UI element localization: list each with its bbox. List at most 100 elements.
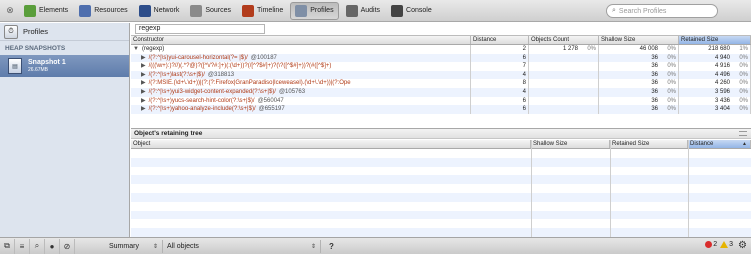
tab-console[interactable]: Console xyxy=(387,2,436,20)
shallow-value: 36 xyxy=(651,63,658,70)
objects-filter-label: All objects xyxy=(167,242,199,250)
inspect-icon[interactable]: ⌕ xyxy=(30,238,45,254)
error-icon xyxy=(705,241,713,248)
network-icon xyxy=(138,4,151,17)
column-header-retained-size[interactable]: Retained Size xyxy=(679,36,751,44)
collapsed-triangle-icon[interactable]: ▶ xyxy=(141,63,146,69)
select-arrows-icon: ⇕ xyxy=(310,243,316,250)
tab-network[interactable]: Network xyxy=(135,2,184,20)
shallow-cell: 36 0% xyxy=(599,62,679,71)
sidebar-item-profiles[interactable]: ⏱ Profiles xyxy=(0,23,129,41)
tab-sources[interactable]: Sources xyxy=(186,2,235,20)
close-icon[interactable]: ⊗ xyxy=(3,4,17,18)
collapsed-triangle-icon[interactable]: ▶ xyxy=(141,80,146,86)
tab-elements[interactable]: Elements xyxy=(20,2,72,20)
console-drawer-icon[interactable]: ≡ xyxy=(15,238,30,254)
class-filter-input[interactable]: regexp xyxy=(135,24,265,34)
select-arrows-icon: ⇕ xyxy=(152,243,158,250)
retained-percent: 1% xyxy=(739,46,748,52)
tab-audits[interactable]: Audits xyxy=(342,2,384,20)
table-row[interactable]: ▶/(?:^|\s)yui-carousel-horizontal(?= |$)… xyxy=(131,53,751,63)
table-row[interactable]: ▶/(?:^|\s+)yui3-widget-content-expanded(… xyxy=(131,87,751,97)
retained-percent: 0% xyxy=(739,80,748,87)
empty-row xyxy=(131,219,751,228)
objects-filter-select[interactable]: All objects ⇕ xyxy=(163,239,321,253)
collapsed-triangle-icon[interactable]: ▶ xyxy=(141,106,146,112)
column-header-constructor[interactable]: Constructor xyxy=(131,36,471,44)
tab-label: Sources xyxy=(205,7,232,14)
constructor-grid-header: Constructor Distance Objects Count Shallow … xyxy=(131,36,751,45)
object-id: @100187 xyxy=(250,54,277,61)
table-row[interactable]: ▶/(?:^|\s+)last(?:\s+|$)/@318813 4 36 0% 4 4… xyxy=(131,70,751,80)
shallow-cell: 36 0% xyxy=(599,87,679,97)
table-row[interactable]: ▶/(?:MSIE.(\d+\.\d+))|(?:(?:Firefox|Gran… xyxy=(131,79,751,88)
tab-label: Elements xyxy=(39,7,69,14)
constructor-name: /(?:MSIE.(\d+\.\d+))|(?:(?:Firefox|GranP… xyxy=(148,80,351,87)
count-cell: 1 278 0% xyxy=(529,45,599,54)
clear-icon[interactable]: ⊘ xyxy=(60,238,75,254)
collapsed-triangle-icon[interactable]: ▶ xyxy=(141,72,146,78)
status-bar: ⧉ ≡ ⌕ ● ⊘ Summary ⇕ All objects ⇕ ? 2 3 … xyxy=(0,237,751,254)
retaining-tree-header: Object Shallow Size Retained Size Distance ▲ xyxy=(131,140,751,149)
sidebar-item-snapshot[interactable]: ▤ Snapshot 1 26.67MB xyxy=(0,55,129,77)
table-row[interactable]: ▶/(?:^|\s+)yucs-search-hint-color(?:\s+|… xyxy=(131,96,751,106)
empty-row xyxy=(131,149,751,158)
tab-profiles[interactable]: Profiles xyxy=(290,1,339,20)
help-button[interactable]: ? xyxy=(324,239,339,254)
class-filter-bar: regexp xyxy=(131,23,751,36)
view-select[interactable]: Summary ⇕ xyxy=(105,239,163,253)
collapsed-triangle-icon[interactable]: ▶ xyxy=(141,89,146,95)
shallow-cell: 46 008 0% xyxy=(599,45,679,54)
count-cell xyxy=(529,105,599,114)
retained-percent: 0% xyxy=(739,71,748,78)
sort-ascending-icon: ▲ xyxy=(742,141,747,147)
tab-resources[interactable]: Resources xyxy=(75,2,131,20)
retaining-tree-title: Object's retaining tree xyxy=(131,128,751,139)
retained-percent: 0% xyxy=(739,54,748,61)
retained-value: 3 596 xyxy=(714,88,730,95)
shallow-percent: 0% xyxy=(667,106,676,113)
empty-row xyxy=(131,175,751,185)
count-cell xyxy=(529,96,599,106)
retained-percent: 0% xyxy=(739,63,748,70)
constructor-name: /(?:^|\s)yui-carousel-horizontal(?= |$)/ xyxy=(148,54,248,61)
error-warning-counter[interactable]: 2 3 xyxy=(705,241,733,248)
search-input[interactable]: ⌕ Search Profiles xyxy=(606,4,718,18)
record-icon[interactable]: ● xyxy=(45,238,60,254)
table-row[interactable]: ▶/(?:^|\s+)yahoo-analyze-include(?:\s+|$… xyxy=(131,105,751,114)
table-row[interactable]: ▼ (regexp) 2 1 278 0% 46 008 0% 218 680 1% xyxy=(131,45,751,54)
dock-icon[interactable]: ⧉ xyxy=(0,238,15,254)
retained-value: 3 404 xyxy=(714,106,730,113)
shallow-value: 36 xyxy=(651,97,658,104)
shallow-value: 36 xyxy=(651,88,658,95)
retained-percent: 0% xyxy=(739,106,748,113)
timeline-icon xyxy=(242,4,255,17)
column-header-object[interactable]: Object xyxy=(131,140,531,148)
empty-row xyxy=(131,157,751,167)
table-row[interactable]: ▶/(((\w+):)?//)(.*?@)?([^\/?#:]+)(:(\d+)… xyxy=(131,62,751,71)
tab-timeline[interactable]: Timeline xyxy=(238,2,287,20)
empty-row xyxy=(131,210,751,220)
constructor-name: /(?:^|\s+)last(?:\s+|$)/ xyxy=(148,71,205,78)
column-header-shallow-size[interactable]: Shallow Size xyxy=(599,36,679,44)
collapsed-triangle-icon[interactable]: ▶ xyxy=(141,55,146,61)
splitter-grip-icon[interactable] xyxy=(739,131,747,136)
column-header-retained-size[interactable]: Retained Size xyxy=(610,140,688,148)
column-header-objects-count[interactable]: Objects Count xyxy=(529,36,599,44)
collapsed-triangle-icon[interactable]: ▶ xyxy=(141,98,146,104)
shallow-percent: 0% xyxy=(667,80,676,87)
empty-row xyxy=(131,192,751,202)
snapshot-icon: ▤ xyxy=(8,58,22,74)
tab-label: Audits xyxy=(360,7,381,14)
shallow-value: 36 xyxy=(651,71,658,78)
column-header-distance[interactable]: Distance ▲ xyxy=(688,140,751,148)
shallow-cell: 36 0% xyxy=(599,70,679,80)
object-id: @318813 xyxy=(207,71,235,78)
expanded-triangle-icon[interactable]: ▼ xyxy=(133,46,139,52)
view-select-label: Summary xyxy=(109,242,139,250)
column-header-shallow-size[interactable]: Shallow Size xyxy=(531,140,610,148)
column-header-distance[interactable]: Distance xyxy=(471,36,529,44)
gear-icon[interactable]: ⚙ xyxy=(738,240,747,251)
tab-label: Profiles xyxy=(310,7,334,14)
distance-cell: 7 xyxy=(471,62,529,71)
